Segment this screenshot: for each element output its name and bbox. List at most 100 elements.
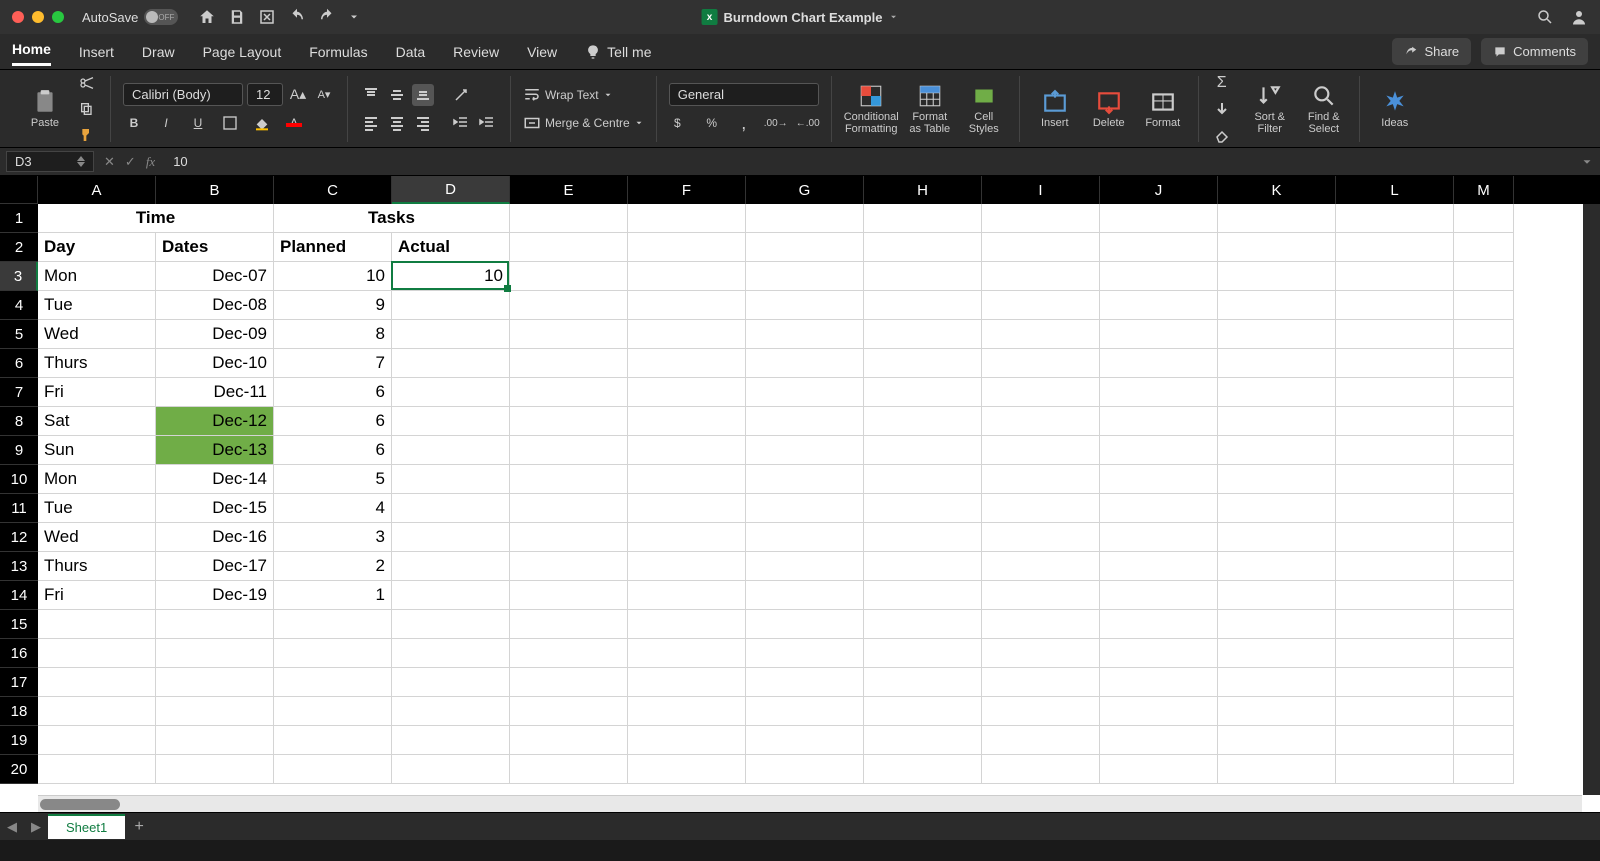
row-header[interactable]: 10: [0, 465, 38, 494]
find-select-button[interactable]: Find & Select: [1301, 83, 1347, 135]
cell[interactable]: [1454, 291, 1514, 320]
cell[interactable]: 5: [274, 465, 392, 494]
cell[interactable]: [510, 726, 628, 755]
cell[interactable]: [510, 494, 628, 523]
cell[interactable]: [1336, 610, 1454, 639]
italic-button[interactable]: I: [155, 112, 177, 134]
cell[interactable]: [1454, 697, 1514, 726]
column-header[interactable]: B: [156, 176, 274, 204]
cell[interactable]: [38, 639, 156, 668]
cell[interactable]: [1218, 726, 1336, 755]
cell[interactable]: [1454, 610, 1514, 639]
cell[interactable]: [746, 320, 864, 349]
cell[interactable]: [1100, 233, 1218, 262]
cell[interactable]: [982, 291, 1100, 320]
column-header[interactable]: A: [38, 176, 156, 204]
cell[interactable]: [746, 378, 864, 407]
column-header[interactable]: K: [1218, 176, 1336, 204]
orientation-button[interactable]: [450, 84, 472, 106]
cell[interactable]: [1336, 436, 1454, 465]
cell[interactable]: [982, 494, 1100, 523]
cell[interactable]: [982, 726, 1100, 755]
cell[interactable]: [1454, 581, 1514, 610]
sort-filter-button[interactable]: Sort & Filter: [1247, 83, 1293, 135]
cell[interactable]: Thurs: [38, 552, 156, 581]
cell[interactable]: [1100, 349, 1218, 378]
cell[interactable]: [1100, 697, 1218, 726]
cell[interactable]: [510, 523, 628, 552]
cell[interactable]: [1100, 436, 1218, 465]
cell[interactable]: [628, 523, 746, 552]
cell[interactable]: [38, 697, 156, 726]
close-window-button[interactable]: [12, 11, 24, 23]
cell[interactable]: [392, 552, 510, 581]
maximize-window-button[interactable]: [52, 11, 64, 23]
cell[interactable]: [1336, 581, 1454, 610]
cell[interactable]: [510, 233, 628, 262]
cell[interactable]: 3: [274, 523, 392, 552]
select-all-corner[interactable]: [0, 176, 38, 204]
cell[interactable]: [510, 668, 628, 697]
format-as-table-button[interactable]: Format as Table: [907, 83, 953, 135]
cell[interactable]: [864, 523, 982, 552]
cell[interactable]: [982, 320, 1100, 349]
cell[interactable]: [1100, 639, 1218, 668]
fx-icon[interactable]: fx: [146, 154, 155, 170]
cell[interactable]: [392, 668, 510, 697]
cell[interactable]: 2: [274, 552, 392, 581]
cell[interactable]: [1100, 407, 1218, 436]
cell[interactable]: [274, 726, 392, 755]
cell[interactable]: [864, 755, 982, 784]
cell[interactable]: [746, 407, 864, 436]
cell[interactable]: [864, 668, 982, 697]
cell[interactable]: [746, 465, 864, 494]
cell[interactable]: [628, 204, 746, 233]
cell[interactable]: [1336, 378, 1454, 407]
conditional-formatting-button[interactable]: Conditional Formatting: [844, 83, 899, 135]
cell[interactable]: [864, 610, 982, 639]
cell[interactable]: [864, 291, 982, 320]
cell[interactable]: [746, 726, 864, 755]
cell[interactable]: Sun: [38, 436, 156, 465]
cell[interactable]: [510, 581, 628, 610]
cell[interactable]: [864, 436, 982, 465]
cell[interactable]: [746, 204, 864, 233]
cell[interactable]: [628, 552, 746, 581]
cell-merged[interactable]: Tasks: [274, 204, 510, 233]
column-header[interactable]: L: [1336, 176, 1454, 204]
formula-input[interactable]: 10: [165, 152, 1580, 171]
cell[interactable]: 8: [274, 320, 392, 349]
cell[interactable]: [628, 465, 746, 494]
cell[interactable]: [982, 581, 1100, 610]
column-header[interactable]: G: [746, 176, 864, 204]
cell[interactable]: [38, 610, 156, 639]
cell[interactable]: [628, 262, 746, 291]
cell[interactable]: [392, 581, 510, 610]
row-header[interactable]: 9: [0, 436, 38, 465]
sheet-nav-prev[interactable]: ◀: [0, 815, 24, 839]
cell[interactable]: [510, 378, 628, 407]
column-header[interactable]: M: [1454, 176, 1514, 204]
cell[interactable]: [982, 204, 1100, 233]
cell[interactable]: [1218, 494, 1336, 523]
row-header[interactable]: 11: [0, 494, 38, 523]
clear-button[interactable]: [1211, 124, 1233, 146]
cell[interactable]: [864, 697, 982, 726]
cell[interactable]: [628, 668, 746, 697]
cell[interactable]: 10: [392, 262, 510, 291]
cell[interactable]: [156, 610, 274, 639]
cut-button[interactable]: [76, 72, 98, 94]
home-icon[interactable]: [198, 8, 216, 26]
cell[interactable]: Dec-19: [156, 581, 274, 610]
cell[interactable]: [274, 610, 392, 639]
cell[interactable]: [1100, 465, 1218, 494]
cell[interactable]: [1454, 726, 1514, 755]
cell[interactable]: [392, 523, 510, 552]
column-header[interactable]: E: [510, 176, 628, 204]
cell[interactable]: [1336, 552, 1454, 581]
cell[interactable]: [1336, 262, 1454, 291]
paste-button[interactable]: Paste: [22, 89, 68, 129]
cell[interactable]: [1336, 320, 1454, 349]
cell[interactable]: [1100, 581, 1218, 610]
cell[interactable]: [864, 581, 982, 610]
